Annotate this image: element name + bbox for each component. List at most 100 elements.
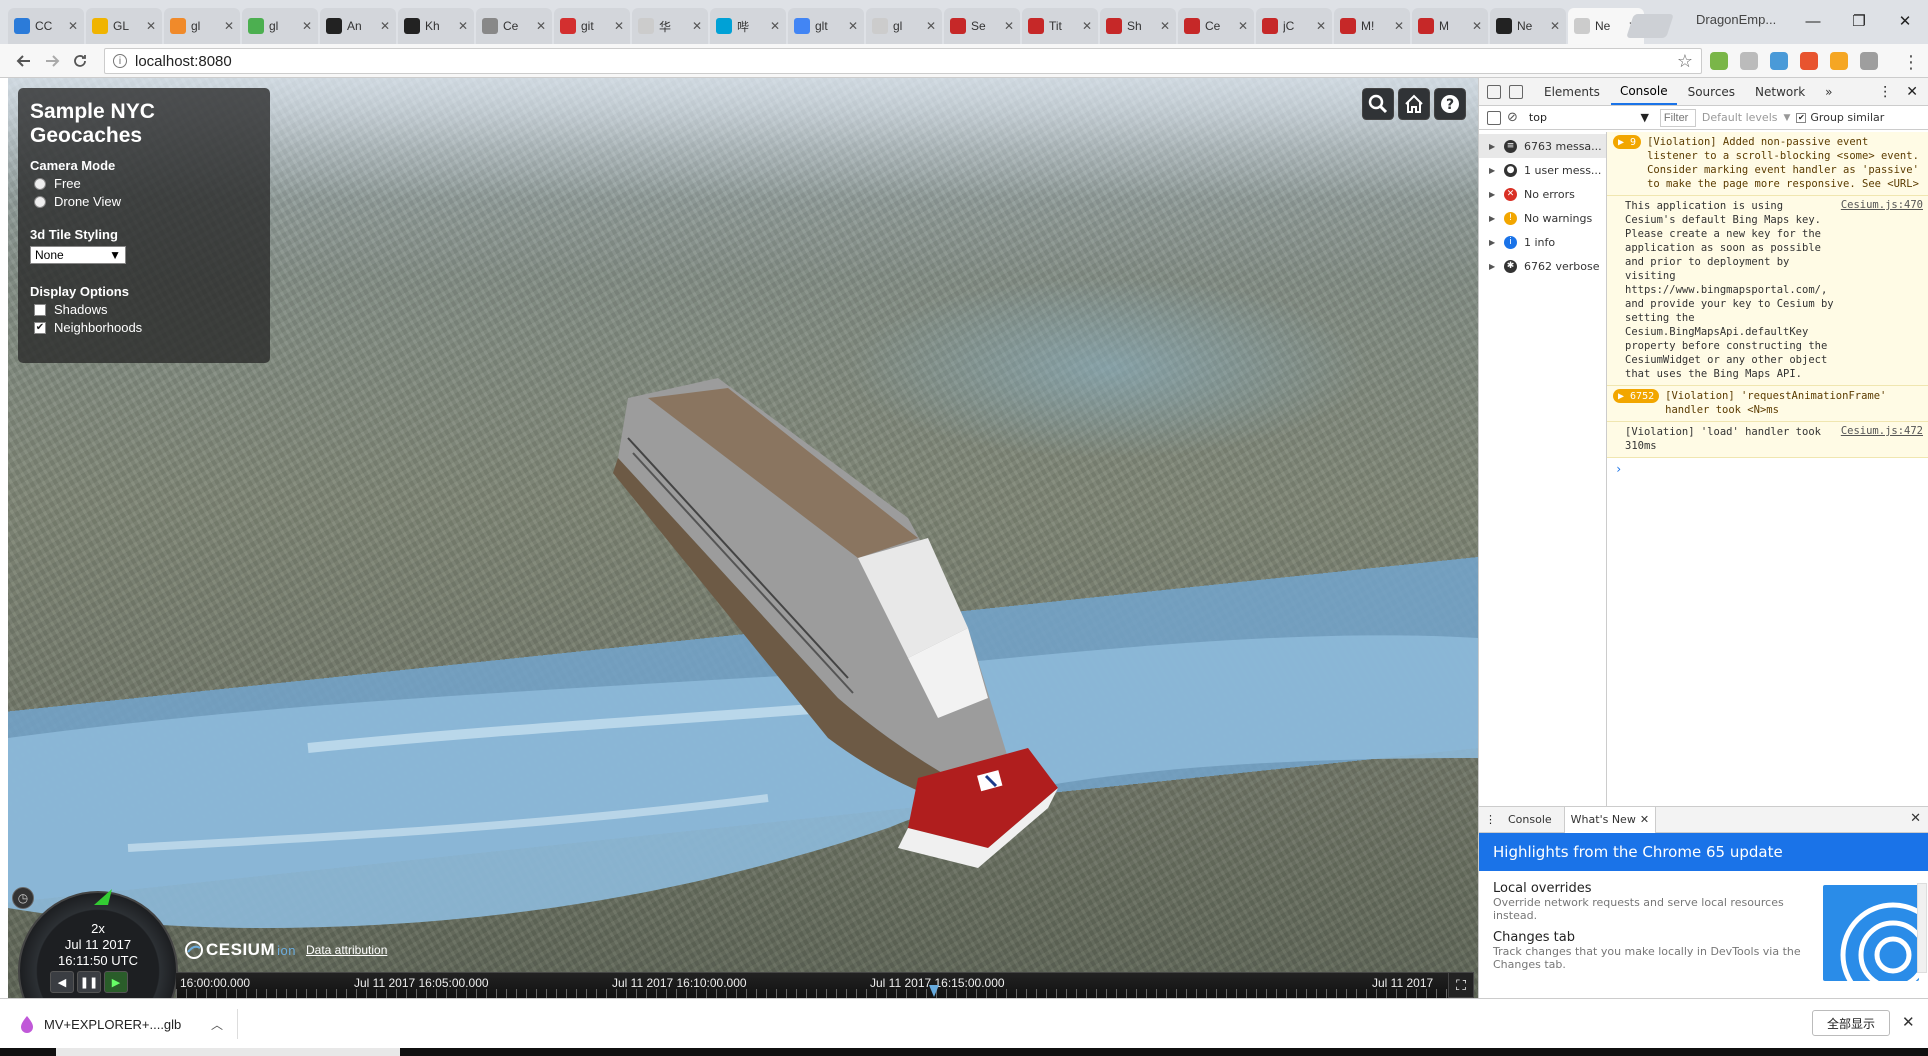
close-tab-icon[interactable]: ✕ [1238, 19, 1248, 33]
browser-tab[interactable]: jC ✕ [1256, 8, 1332, 44]
console-sidebar-item[interactable]: ▶ i 1 info [1479, 230, 1606, 254]
browser-tab[interactable]: CC ✕ [8, 8, 84, 44]
extension-icon[interactable] [1800, 52, 1818, 70]
message-source-link[interactable]: Cesium.js:470 [1841, 199, 1923, 381]
browser-tab[interactable]: gl ✕ [164, 8, 240, 44]
browser-tab[interactable]: Tit ✕ [1022, 8, 1098, 44]
console-sidebar-item[interactable]: ▶ ✱ 6762 verbose [1479, 254, 1606, 278]
browser-tab[interactable]: git ✕ [554, 8, 630, 44]
extension-icon[interactable] [1830, 52, 1848, 70]
close-tab-icon[interactable]: ✕ [1394, 19, 1404, 33]
shadows-option[interactable]: Shadows [34, 302, 258, 317]
close-tab-icon[interactable]: ✕ [1082, 19, 1092, 33]
close-window-button[interactable]: ✕ [1882, 6, 1928, 36]
browser-tab[interactable]: glt ✕ [788, 8, 864, 44]
fullscreen-button[interactable]: ⛶ [1448, 972, 1474, 998]
devtools-menu-icon[interactable]: ⋮ [1878, 84, 1892, 100]
data-attribution-link[interactable]: Data attribution [306, 943, 387, 957]
close-tab-icon[interactable]: ✕ [458, 19, 468, 33]
browser-tab[interactable]: Se ✕ [944, 8, 1020, 44]
geocoder-button[interactable] [1362, 88, 1394, 120]
camera-mode-free[interactable]: Free [34, 176, 258, 191]
pause-button[interactable]: ❚❚ [77, 971, 101, 993]
back-button[interactable] [12, 49, 36, 73]
browser-tab[interactable]: Ce ✕ [1178, 8, 1254, 44]
browser-tab[interactable]: M! ✕ [1334, 8, 1410, 44]
console-message[interactable]: ▶ 9 [Violation] Added non-passive event l… [1607, 132, 1928, 196]
inspect-element-icon[interactable] [1487, 84, 1501, 99]
info-icon[interactable]: i [113, 54, 127, 68]
forward-button[interactable] [40, 49, 64, 73]
close-tab-icon[interactable]: ✕ [1004, 19, 1014, 33]
console-message[interactable]: ▶ 6752 [Violation] 'requestAnimationFrame… [1607, 386, 1928, 422]
expand-triangle-icon[interactable]: ▶ [1489, 190, 1497, 199]
group-similar-checkbox[interactable]: ✔ [1796, 112, 1807, 123]
expand-triangle-icon[interactable]: ▶ [1489, 166, 1497, 175]
tab-sources[interactable]: Sources [1679, 79, 1744, 105]
drawer-tab-console[interactable]: Console [1502, 807, 1558, 833]
sidebar-toggle-icon[interactable] [1487, 110, 1501, 125]
address-bar[interactable]: i localhost:8080 ☆ [104, 48, 1702, 74]
browser-tab[interactable]: M ✕ [1412, 8, 1488, 44]
close-tab-icon[interactable]: ✕ [692, 19, 702, 33]
close-tab-icon[interactable]: ✕ [302, 19, 312, 33]
play-button[interactable]: ▶ [104, 971, 128, 993]
devtools-close-icon[interactable]: ✕ [1906, 84, 1918, 100]
console-message[interactable]: [Violation] 'load' handler took 310ms Ces… [1607, 422, 1928, 458]
close-tab-icon[interactable]: ✕ [1640, 813, 1649, 826]
camera-mode-drone[interactable]: Drone View [34, 194, 258, 209]
taskbar-item[interactable] [56, 1048, 400, 1056]
url-text[interactable]: localhost:8080 [135, 53, 1669, 70]
extension-icon[interactable] [1710, 52, 1728, 70]
repeat-count-badge[interactable]: ▶ 6752 [1613, 389, 1660, 403]
profile-name[interactable]: DragonEmp... [1696, 12, 1776, 27]
more-tabs-button[interactable]: » [1816, 79, 1841, 105]
close-tab-icon[interactable]: ✕ [536, 19, 546, 33]
browser-tab[interactable]: Sh ✕ [1100, 8, 1176, 44]
close-tab-icon[interactable]: ✕ [614, 19, 624, 33]
expand-triangle-icon[interactable]: ▶ [1489, 142, 1497, 151]
browser-tab[interactable]: 哔 ✕ [710, 8, 786, 44]
context-select[interactable]: top ▼ [1524, 109, 1654, 127]
close-shelf-icon[interactable]: ✕ [1902, 1013, 1915, 1031]
tab-console[interactable]: Console [1610, 79, 1677, 105]
show-all-downloads-button[interactable]: 全部显示 [1812, 1010, 1890, 1036]
cesium-ion-logo[interactable]: CESIUM ion [184, 940, 296, 960]
browser-tab[interactable]: gl ✕ [866, 8, 942, 44]
minimize-button[interactable]: — [1790, 6, 1836, 36]
reload-button[interactable] [68, 49, 92, 73]
browser-tab[interactable]: 华 ✕ [632, 8, 708, 44]
drone-view-radio[interactable] [34, 195, 46, 208]
log-levels-select[interactable]: Default levels [1702, 111, 1778, 124]
console-filter-input[interactable] [1659, 108, 1696, 127]
extension-icon[interactable] [1740, 52, 1758, 70]
download-item[interactable]: MV+EXPLORER+....glb ︿ [20, 1009, 238, 1039]
home-button[interactable] [1398, 88, 1430, 120]
clear-console-icon[interactable]: ⊘ [1507, 110, 1518, 125]
whats-new-item[interactable]: Local overrides Override network request… [1493, 881, 1813, 922]
console-message[interactable]: This application is using Cesium's defau… [1607, 196, 1928, 386]
shuttle-ring-pointer-icon[interactable] [90, 885, 120, 909]
browser-tab[interactable]: Ce ✕ [476, 8, 552, 44]
chevron-up-icon[interactable]: ︿ [211, 1016, 223, 1033]
close-tab-icon[interactable]: ✕ [770, 19, 780, 33]
free-radio[interactable] [34, 177, 46, 190]
close-tab-icon[interactable]: ✕ [68, 19, 78, 33]
close-tab-icon[interactable]: ✕ [1160, 19, 1170, 33]
timeline[interactable]: 16:00:00.000 Jul 11 2017 16:05:00.000 Ju… [176, 972, 1448, 998]
browser-tab[interactable]: Kh ✕ [398, 8, 474, 44]
help-button[interactable]: ? [1434, 88, 1466, 120]
browser-tab[interactable]: An ✕ [320, 8, 396, 44]
close-tab-icon[interactable]: ✕ [146, 19, 156, 33]
browser-menu-icon[interactable]: ⋮ [1902, 52, 1920, 73]
drawer-tab-whats-new[interactable]: What's New ✕ [1563, 806, 1657, 833]
new-tab-button[interactable] [1626, 14, 1674, 38]
bookmark-star-icon[interactable]: ☆ [1677, 51, 1693, 72]
expand-triangle-icon[interactable]: ▶ [1489, 238, 1497, 247]
close-tab-icon[interactable]: ✕ [848, 19, 858, 33]
console-sidebar-item[interactable]: ▶ ✕ No errors [1479, 182, 1606, 206]
group-similar-option[interactable]: ✔ Group similar [1796, 111, 1884, 124]
extension-icon[interactable] [1770, 52, 1788, 70]
drawer-close-icon[interactable]: ✕ [1910, 811, 1921, 826]
close-tab-icon[interactable]: ✕ [380, 19, 390, 33]
